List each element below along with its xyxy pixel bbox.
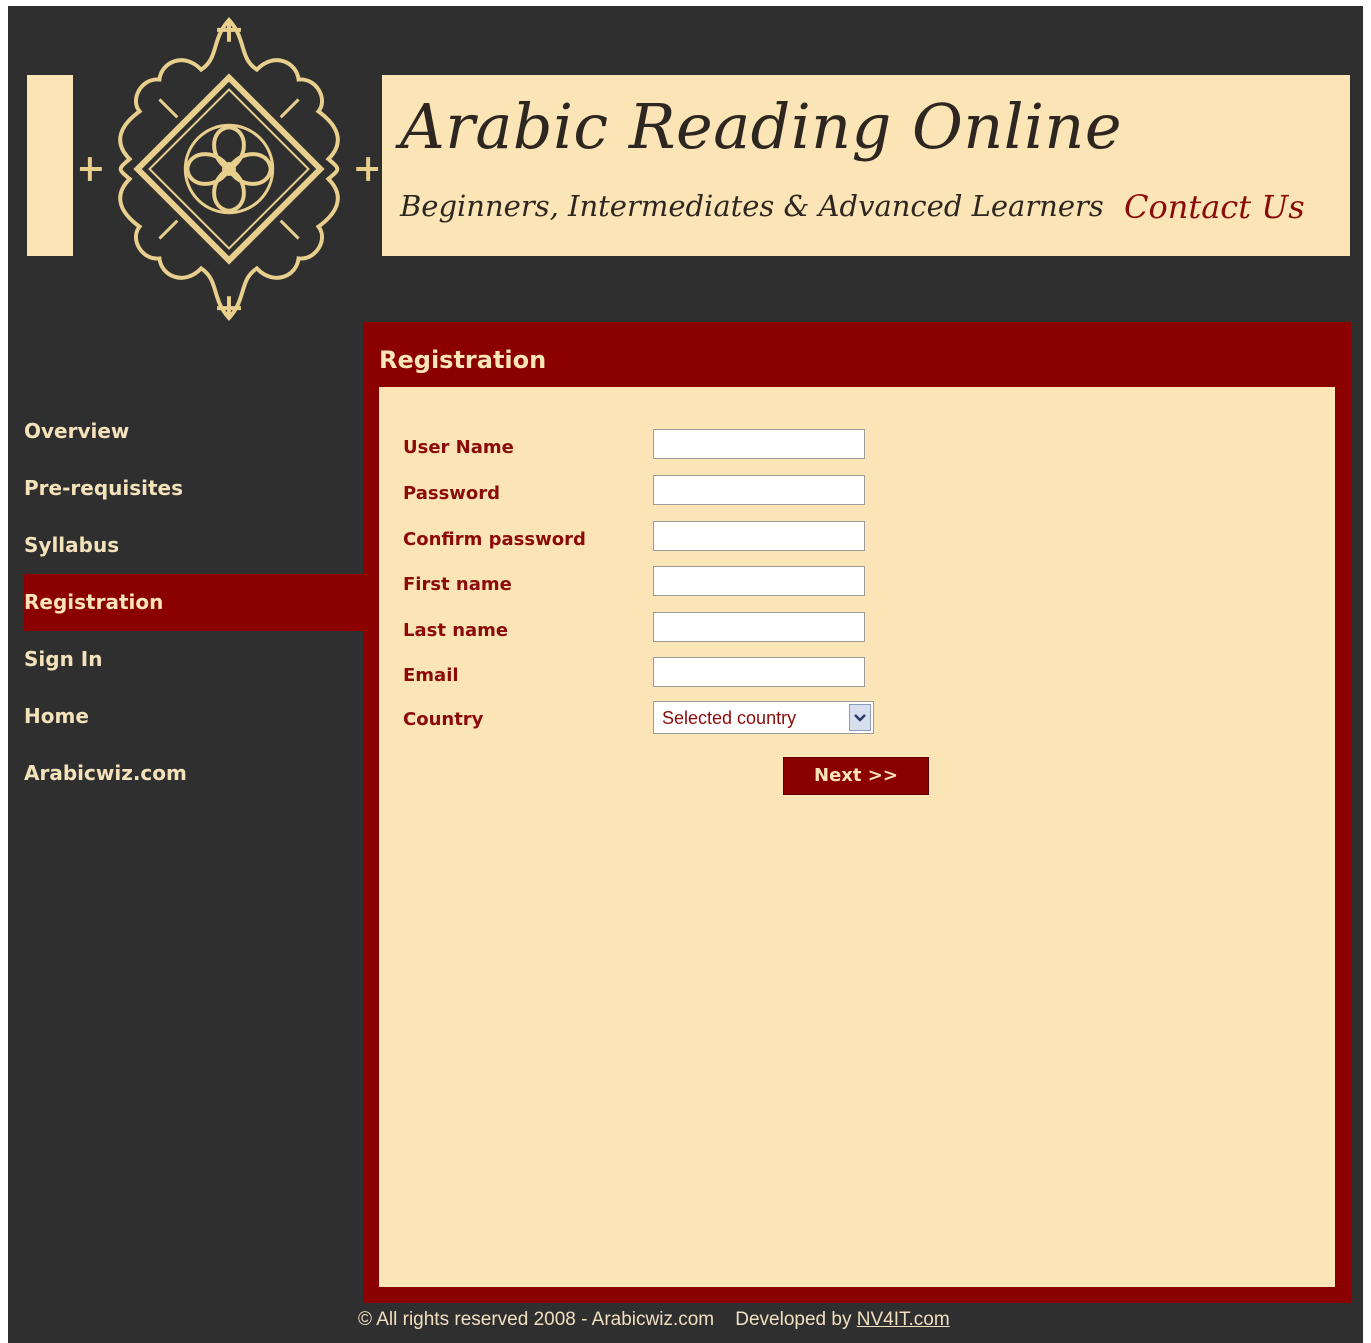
email-input[interactable] <box>653 657 865 687</box>
panel-title: Registration <box>379 346 547 374</box>
registration-form: User Name Password Confirm password Firs… <box>379 387 1335 1287</box>
form-row-password: Password <box>403 475 923 509</box>
footer-developer-link[interactable]: NV4IT.com <box>857 1309 950 1330</box>
sidebar-nav: Overview Pre-requisites Syllabus Registr… <box>24 403 364 802</box>
sidebar-item-overview[interactable]: Overview <box>24 403 364 460</box>
header-stub <box>27 75 73 256</box>
username-input[interactable] <box>653 429 865 459</box>
sidebar-item-sign-in[interactable]: Sign In <box>24 631 364 688</box>
password-label: Password <box>403 483 501 504</box>
contact-us-link[interactable]: Contact Us <box>1124 188 1305 226</box>
country-label: Country <box>403 709 484 730</box>
site-title: Arabic Reading Online <box>400 90 1123 163</box>
email-label: Email <box>403 665 459 686</box>
ornament-logo <box>79 16 379 322</box>
form-row-confirm-password: Confirm password <box>403 521 923 555</box>
sidebar-item-registration[interactable]: Registration <box>24 574 364 631</box>
country-select-value: Selected country <box>662 708 797 728</box>
registration-panel: Registration User Name Password Confirm … <box>363 322 1351 1303</box>
username-label: User Name <box>403 437 514 458</box>
form-row-first-name: First name <box>403 566 923 600</box>
sidebar-item-arabicwiz[interactable]: Arabicwiz.com <box>24 745 364 802</box>
form-row-last-name: Last name <box>403 612 923 646</box>
last-name-input[interactable] <box>653 612 865 642</box>
password-input[interactable] <box>653 475 865 505</box>
form-row-country: Country Selected country <box>403 701 923 735</box>
form-row-username: User Name <box>403 429 923 463</box>
footer-developed-by: Developed by <box>735 1309 852 1330</box>
first-name-input[interactable] <box>653 566 865 596</box>
last-name-label: Last name <box>403 620 509 641</box>
next-button[interactable]: Next >> <box>783 757 929 795</box>
chevron-down-icon[interactable] <box>849 704 871 731</box>
first-name-label: First name <box>403 574 512 595</box>
country-select[interactable]: Selected country <box>653 701 874 734</box>
sidebar-item-pre-requisites[interactable]: Pre-requisites <box>24 460 364 517</box>
confirm-password-label: Confirm password <box>403 529 586 550</box>
site-subtitle: Beginners, Intermediates & Advanced Lear… <box>400 189 1104 223</box>
confirm-password-input[interactable] <box>653 521 865 551</box>
page: Arabic Reading Online Beginners, Interme… <box>8 6 1363 1343</box>
form-row-email: Email <box>403 657 923 691</box>
sidebar-item-syllabus[interactable]: Syllabus <box>24 517 364 574</box>
sidebar-item-home[interactable]: Home <box>24 688 364 745</box>
footer-copyright: © All rights reserved 2008 - Arabicwiz.c… <box>358 1309 715 1330</box>
footer: © All rights reserved 2008 - Arabicwiz.c… <box>358 1309 950 1331</box>
